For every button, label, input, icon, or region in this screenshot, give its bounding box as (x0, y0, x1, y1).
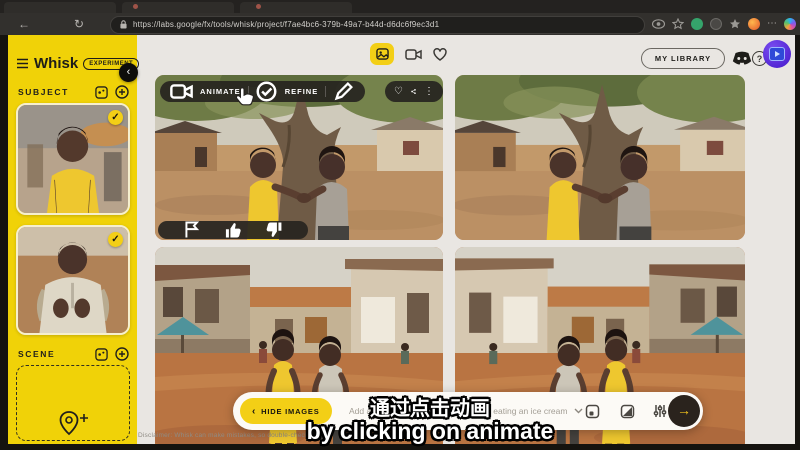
subject-card-man[interactable]: ✓ (16, 225, 130, 335)
app-title: Whisk (34, 55, 78, 72)
dice-icon[interactable] (95, 348, 108, 361)
add-scene-icon[interactable] (115, 347, 129, 361)
selected-check-badge: ✓ (108, 110, 123, 125)
browser-tab[interactable] (4, 2, 116, 13)
refine-button[interactable]: REFINE (285, 87, 319, 96)
thumbs-down-icon[interactable] (254, 221, 295, 239)
discord-icon[interactable] (731, 50, 753, 67)
whisk-page: Whisk EXPERIMENT SUBJECT ✓ ✓ SCENE (8, 35, 795, 444)
favorites-view-icon[interactable] (433, 48, 447, 61)
extension-green-icon[interactable] (691, 18, 703, 30)
star-icon[interactable] (672, 18, 684, 30)
extension-gray-icon[interactable] (710, 18, 722, 30)
image-rating-bar (158, 221, 308, 239)
extension-puzzle-icon[interactable] (729, 18, 741, 30)
image-toolbar: ANIMATE REFINE (160, 81, 365, 102)
share-icon[interactable] (411, 81, 416, 102)
back-icon[interactable]: ← (18, 13, 30, 35)
lock-icon (120, 20, 127, 29)
eye-icon[interactable] (652, 19, 665, 29)
refresh-icon[interactable]: ↻ (74, 13, 84, 35)
image-view-icon[interactable] (370, 43, 394, 65)
add-subject-icon[interactable] (115, 85, 129, 99)
subject-card-woman[interactable]: ✓ (16, 103, 130, 215)
more-icon[interactable]: ⋯ (767, 13, 777, 35)
dice-icon[interactable] (95, 86, 108, 99)
my-library-button[interactable]: MY LIBRARY (641, 48, 725, 69)
thumbs-up-icon[interactable] (212, 221, 253, 239)
generated-image-1[interactable]: ANIMATE REFINE ♡ ⋮ (155, 75, 443, 240)
url-bar[interactable]: https://labs.google/fx/tools/whisk/proje… (110, 16, 645, 34)
sidebar: Whisk EXPERIMENT SUBJECT ✓ ✓ SCENE (8, 35, 137, 444)
image-actions: ♡ ⋮ (385, 81, 443, 102)
cursor-pointer (234, 85, 256, 109)
tab-favicon (256, 4, 261, 9)
firefox-icon[interactable] (748, 18, 760, 30)
account-avatar[interactable] (763, 40, 791, 68)
animate-camera-icon (170, 81, 193, 102)
sidebar-collapse-button[interactable]: ‹ (119, 63, 138, 82)
subtitle-english: by clicking on animate (60, 418, 800, 445)
browser-navbar: ← ↻ https://labs.google/fx/tools/whisk/p… (0, 13, 800, 35)
browser-tab-strip (0, 0, 800, 13)
tab-favicon (133, 4, 138, 9)
edit-pen-icon[interactable] (332, 81, 355, 102)
screenshot-frame: ← ↻ https://labs.google/fx/tools/whisk/p… (0, 0, 800, 450)
selected-check-badge: ✓ (108, 232, 123, 247)
flag-icon[interactable] (171, 221, 212, 239)
subtitle-chinese: 通过点击动画 (60, 392, 800, 421)
url-text: https://labs.google/fx/tools/whisk/proje… (133, 20, 439, 29)
menu-icon[interactable] (16, 58, 29, 69)
scene-label: SCENE (18, 349, 88, 359)
generated-image-2[interactable] (455, 75, 745, 240)
refine-check-icon (255, 81, 278, 102)
subject-label: SUBJECT (18, 87, 88, 97)
avatar-logo (769, 47, 785, 61)
favorite-icon[interactable]: ♡ (394, 87, 403, 97)
view-switcher (370, 43, 447, 65)
extension-icons: ⋯ (652, 13, 796, 35)
browser-chrome: ← ↻ https://labs.google/fx/tools/whisk/p… (0, 0, 800, 35)
more-vertical-icon[interactable]: ⋮ (424, 87, 434, 97)
video-view-icon[interactable] (405, 48, 422, 61)
copilot-icon[interactable] (784, 18, 796, 30)
browser-tab[interactable] (122, 2, 234, 13)
